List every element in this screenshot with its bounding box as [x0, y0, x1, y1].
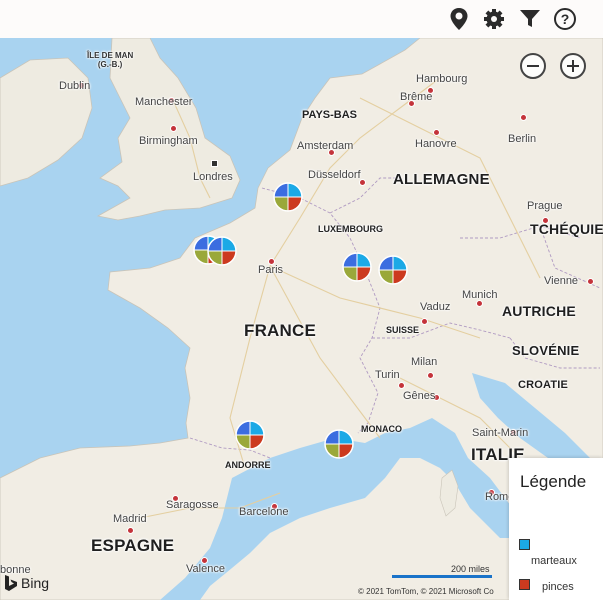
city-label: Dublin	[59, 80, 91, 92]
bing-logo[interactable]: Bing	[4, 575, 49, 591]
legend-panel: Légende marteaux pinces	[509, 458, 603, 600]
legend-swatch-pinces	[519, 579, 530, 590]
city-label: Munich	[462, 289, 498, 301]
svg-text:?: ?	[561, 11, 570, 27]
city-label: Hanovre	[415, 138, 457, 150]
city-dot	[542, 217, 549, 224]
region-label: LUXEMBOURG	[318, 224, 383, 234]
city-label: Birmingham	[139, 135, 198, 147]
city-label: Brême	[400, 91, 433, 103]
country-label: CROATIE	[518, 379, 569, 391]
scale-label: 200 miles	[451, 564, 490, 574]
location-pin-icon[interactable]	[446, 6, 472, 32]
city-dot	[398, 382, 405, 389]
bing-icon	[5, 575, 17, 591]
filter-icon[interactable]	[517, 6, 543, 32]
city-dot	[587, 278, 594, 285]
city-label: Valence	[186, 563, 225, 575]
capital-dot	[211, 160, 218, 167]
city-label: Saragosse	[166, 499, 219, 511]
city-dot	[476, 300, 483, 307]
legend-swatch-marteaux	[519, 539, 530, 550]
city-label: Saint-Marin	[472, 427, 529, 439]
country-label: ESPAGNE	[91, 536, 175, 555]
city-label: Manchester	[135, 96, 193, 108]
pie-marker[interactable]	[272, 181, 304, 213]
pie-marker[interactable]	[206, 235, 238, 267]
city-dot	[127, 527, 134, 534]
city-label: Londres	[193, 171, 233, 183]
scale-bar	[392, 575, 492, 578]
legend-title: Légende	[520, 472, 587, 491]
region-label: MONACO	[361, 424, 402, 434]
city-label: Prague	[527, 200, 563, 212]
region-label: PAYS-BAS	[302, 109, 358, 121]
country-label: TCHÉQUIE	[530, 221, 603, 237]
city-label: Vienne	[544, 275, 579, 287]
help-icon[interactable]: ?	[552, 6, 578, 32]
region-label: ANDORRE	[225, 460, 271, 470]
region-label: SUISSE	[386, 325, 420, 335]
bing-label: Bing	[21, 575, 50, 591]
city-dot	[433, 129, 440, 136]
city-label: Turin	[375, 369, 400, 381]
city-dot	[170, 125, 177, 132]
pie-marker[interactable]	[323, 428, 355, 460]
legend-label-marteaux: marteaux	[531, 555, 577, 567]
country-label: AUTRICHE	[502, 303, 576, 319]
city-label: Barcelone	[239, 506, 289, 518]
city-label: Gênes	[403, 390, 436, 402]
city-label: Milan	[411, 356, 438, 368]
country-label: ALLEMAGNE	[393, 171, 490, 188]
plus-icon	[567, 60, 579, 72]
city-label: Vaduz	[420, 301, 451, 313]
zoom-out-button[interactable]	[520, 53, 546, 79]
city-label: Amsterdam	[297, 140, 354, 152]
country-label: FRANCE	[244, 321, 317, 340]
legend-label-pinces: pinces	[542, 581, 574, 593]
minus-icon	[527, 65, 539, 67]
region-label: ÎLE DE MAN (G.-B.)	[87, 51, 134, 69]
copyright-text: © 2021 TomTom, © 2021 Microsoft Co	[358, 587, 494, 596]
city-dot	[421, 318, 428, 325]
pie-marker[interactable]	[234, 419, 266, 451]
zoom-in-button[interactable]	[560, 53, 586, 79]
pie-marker[interactable]	[341, 251, 373, 283]
city-dot	[520, 114, 527, 121]
city-dot	[427, 372, 434, 379]
city-label: Berlin	[508, 133, 537, 145]
toolbar: ?	[0, 0, 603, 38]
gear-icon[interactable]	[481, 6, 507, 32]
country-label: SLOVÉNIE	[512, 343, 580, 358]
city-label: Düsseldorf	[308, 169, 361, 181]
city-label: Paris	[258, 264, 284, 276]
pie-marker[interactable]	[377, 254, 409, 286]
city-label: Madrid	[113, 513, 147, 525]
city-label: Hambourg	[416, 73, 468, 85]
